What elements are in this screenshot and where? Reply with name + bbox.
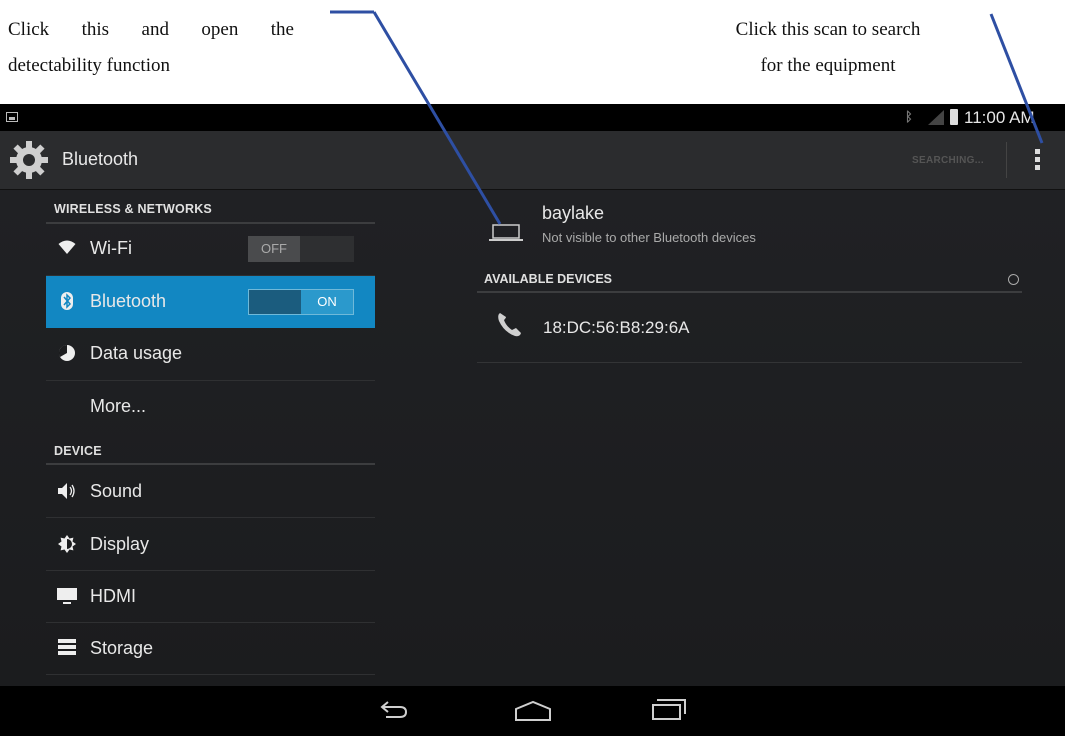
battery-icon (950, 109, 958, 125)
item-divider (46, 517, 375, 518)
sidebar-item-display[interactable]: Display (46, 519, 375, 571)
sidebar-item-label: HDMI (90, 586, 136, 606)
screenshot-notification-icon (6, 112, 18, 122)
item-divider (46, 674, 375, 675)
annotation-right-line2: for the equipment (760, 55, 896, 76)
sidebar-item-bluetooth[interactable]: Bluetooth ON (46, 276, 375, 328)
section-device: DEVICE (54, 444, 102, 458)
bluetooth-icon (56, 292, 78, 312)
section-wireless-networks: WIRELESS & NETWORKS (54, 202, 212, 216)
sidebar-item-label: Storage (90, 638, 154, 658)
wifi-toggle[interactable]: OFF (248, 236, 354, 262)
brightness-icon (56, 535, 78, 555)
visibility-status[interactable]: Not visible to other Bluetooth devices (542, 230, 756, 245)
settings-content: WIRELESS & NETWORKS Wi-Fi OFF Bluetooth … (0, 190, 1065, 686)
sidebar-item-label: Sound (90, 481, 143, 501)
sidebar-item-hdmi[interactable]: HDMI (46, 571, 375, 623)
action-bar-divider (1006, 142, 1007, 178)
storage-icon (56, 639, 78, 659)
sidebar-item-label: Display (90, 534, 150, 554)
sidebar-item-label: Bluetooth (90, 291, 167, 311)
speaker-icon (56, 482, 78, 502)
sidebar-item-label: Data usage (90, 343, 183, 363)
monitor-icon (56, 587, 78, 607)
laptop-icon (489, 224, 523, 241)
wifi-icon (56, 239, 78, 259)
navigation-bar (0, 686, 1065, 736)
gear-icon[interactable] (8, 139, 50, 181)
sidebar-item-data-usage[interactable]: Data usage (46, 328, 375, 380)
home-icon[interactable] (514, 700, 552, 722)
annotation-left-line2: detectability function (8, 55, 170, 76)
annotation-right-line1: Click this scan to search (735, 19, 921, 40)
annotation-left-line1: Click this and open the (8, 19, 294, 40)
item-divider (477, 362, 1022, 363)
local-device-name[interactable]: baylake (542, 203, 604, 224)
toggle-state: OFF (248, 236, 300, 262)
sidebar-item-storage[interactable]: Storage (46, 623, 375, 675)
section-divider (46, 463, 375, 465)
clock: 11:00 AM (964, 108, 1035, 127)
sidebar-item-label: More... (90, 396, 147, 416)
action-bar: Bluetooth SEARCHING... (0, 131, 1065, 190)
phone-icon (498, 313, 521, 337)
available-devices-header: AVAILABLE DEVICES (484, 272, 613, 286)
section-divider (477, 291, 1022, 293)
annotation-left: Click this and open the detectability fu… (8, 12, 294, 84)
sidebar-item-sound[interactable]: Sound (46, 466, 375, 518)
action-bar-title: Bluetooth (62, 149, 139, 169)
data-usage-icon (56, 344, 78, 364)
bluetooth-toggle[interactable]: ON (248, 289, 354, 315)
scanning-spinner-icon (1008, 274, 1019, 285)
signal-icon (928, 110, 944, 125)
device-address[interactable]: 18:DC:56:B8:29:6A (543, 318, 689, 338)
toggle-state: ON (301, 290, 353, 314)
overflow-menu-icon[interactable] (1032, 149, 1042, 175)
status-bar: ᛒ 11:00 AM (0, 104, 1065, 131)
sidebar-item-more[interactable]: More... (46, 381, 375, 433)
sidebar-item-wifi[interactable]: Wi-Fi OFF (46, 223, 375, 275)
recent-apps-icon[interactable] (651, 698, 687, 722)
back-icon[interactable] (380, 700, 408, 720)
bluetooth-status-icon: ᛒ (905, 109, 913, 124)
searching-button[interactable]: SEARCHING... (912, 155, 984, 166)
tablet-screen: ᛒ 11:00 AM Bluetooth SEARCHING... WIRELE… (0, 104, 1065, 736)
sidebar-item-label: Wi-Fi (90, 238, 132, 258)
annotation-right: Click this scan to search for the equipm… (690, 12, 966, 84)
